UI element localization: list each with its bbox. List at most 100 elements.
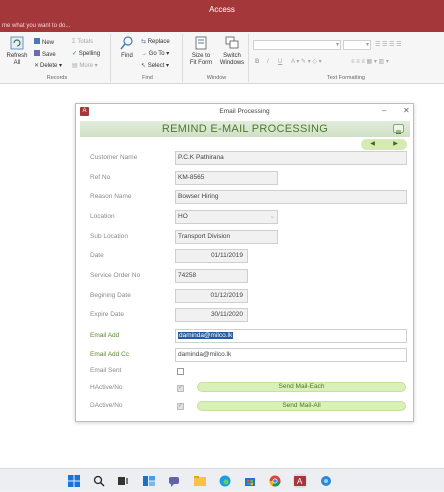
dialog-title: Email Processing <box>219 108 270 115</box>
magnifier-icon <box>120 36 133 50</box>
refresh-all-button[interactable]: Refresh All <box>6 36 28 67</box>
size-to-fit-label: Size to Fit Form <box>189 53 213 66</box>
replace-button[interactable]: ⇆ Replace <box>141 38 170 46</box>
ribbon-group-text-formatting: ▾ ▾ ☰ ☰ ☰ ☰ B I U A ▾ ✎ ▾ ◇ ▾ ≡ ≡ ≡ ▦ ▾ … <box>251 34 441 82</box>
app-title-bar: Access <box>0 0 444 20</box>
bold-label: B <box>255 59 260 65</box>
file-explorer-icon[interactable] <box>193 474 207 488</box>
more-button[interactable]: ▤ More ▾ <box>72 62 98 70</box>
replace-label: Replace <box>147 39 170 45</box>
email-add-cc-label: Email Add Cc <box>90 351 130 358</box>
italic-button[interactable]: I <box>267 58 269 66</box>
find-button[interactable]: Find <box>117 36 137 60</box>
chrome-icon[interactable] <box>268 474 282 488</box>
switch-windows-label: Switch Windows <box>219 53 245 66</box>
date-value: 01/11/2019 <box>210 252 243 259</box>
sub-location-field[interactable]: Transport Division <box>175 230 278 244</box>
totals-button[interactable]: Σ Totals <box>72 38 93 46</box>
form-menu-button[interactable] <box>393 124 404 134</box>
email-add-field[interactable]: daminda@milco.lk <box>175 329 407 343</box>
replace-icon: ⇆ <box>141 39 148 45</box>
alignment-buttons[interactable]: ≡ ≡ ≡ ▦ ▾ ▥ ▾ <box>351 58 389 66</box>
dactive-no-label: DActive/No <box>90 402 123 409</box>
email-processing-dialog: Email Processing A – ✕ REMIND E-MAIL PRO… <box>75 103 414 422</box>
sub-location-value: Transport Division <box>178 233 231 240</box>
spelling-button[interactable]: ✓ Spelling <box>72 50 100 58</box>
reason-name-field[interactable]: Bowser Hiring <box>175 190 407 204</box>
reason-name-value: Bowser Hiring <box>178 193 219 200</box>
font-size-combo[interactable]: ▾ <box>343 40 371 50</box>
new-record-label: New <box>42 40 55 46</box>
email-sent-checkbox[interactable] <box>177 368 184 375</box>
send-mail-all-button[interactable]: Send Mail-All <box>197 401 406 411</box>
service-order-no-field[interactable]: 74258 <box>175 269 248 283</box>
send-mail-each-button[interactable]: Send Mail-Each <box>197 382 406 392</box>
date-field[interactable]: 01/11/2019 <box>175 249 248 263</box>
list-format-buttons[interactable]: ☰ ☰ ☰ ☰ <box>375 41 402 49</box>
minimize-button[interactable]: – <box>382 106 386 115</box>
customer-name-field[interactable]: P.C.K Pathirana <box>175 151 407 165</box>
size-to-fit-button[interactable]: Size to Fit Form <box>187 36 215 67</box>
app-icon[interactable] <box>319 474 333 488</box>
app-title: Access <box>209 5 235 14</box>
next-record-button[interactable]: ▶ <box>384 139 407 150</box>
select-button[interactable]: ↖ Select ▾ <box>141 62 169 70</box>
begining-date-value: 01/12/2019 <box>210 292 243 299</box>
refresh-all-label: Refresh All <box>6 53 28 66</box>
sub-location-label: Sub Location <box>90 233 128 240</box>
bold-button[interactable]: B <box>255 58 259 66</box>
close-button[interactable]: ✕ <box>403 106 410 115</box>
delete-record-button[interactable]: ✕Delete ▾ <box>34 62 62 70</box>
store-icon[interactable] <box>243 474 257 488</box>
location-combo[interactable]: HO ⌄ <box>175 210 278 224</box>
goto-button[interactable]: → Go To ▾ <box>141 50 169 58</box>
dialog-title-bar: Email Processing <box>76 104 413 120</box>
access-icon: A <box>80 107 89 116</box>
ref-no-field[interactable]: KM-8565 <box>175 171 278 185</box>
ref-no-value: KM-8565 <box>178 174 205 181</box>
dropdown-chevron-icon: ▾ <box>335 42 339 48</box>
previous-record-button[interactable]: ◀ <box>361 139 384 150</box>
menu-icon <box>396 130 401 134</box>
ribbon-group-records: Refresh All New Save ✕Delete ▾ Σ Totals … <box>4 34 111 82</box>
hactive-no-checkbox[interactable] <box>177 384 184 392</box>
form-heading-text: REMIND E-MAIL PROCESSING <box>161 123 329 135</box>
email-sent-label: Email Sent <box>90 367 122 374</box>
widgets-icon[interactable] <box>142 474 156 488</box>
windows-start-icon[interactable] <box>67 474 81 488</box>
find-group-label: Find <box>142 75 153 81</box>
underline-button[interactable]: U <box>278 58 282 66</box>
teams-chat-icon[interactable] <box>167 474 181 488</box>
arrow-left-icon: ◀ <box>370 141 375 147</box>
new-record-button[interactable]: New <box>34 38 54 47</box>
goto-arrow-icon: → <box>141 51 149 57</box>
access-icon[interactable]: A <box>293 474 307 488</box>
font-color-button[interactable]: A ▾ ✎ ▾ ◇ ▾ <box>291 58 322 66</box>
email-add-label: Email Add <box>90 332 120 339</box>
location-label: Location <box>90 213 115 220</box>
switch-windows-icon <box>225 36 239 49</box>
tell-me-box[interactable]: me what you want to do... <box>0 20 444 32</box>
tell-me-text: me what you want to do... <box>2 23 71 29</box>
expire-date-field[interactable]: 30/11/2020 <box>175 308 248 322</box>
refresh-icon <box>10 36 24 50</box>
expire-date-label: Expire Date <box>90 311 124 318</box>
ribbon: Refresh All New Save ✕Delete ▾ Σ Totals … <box>0 32 444 84</box>
search-icon[interactable] <box>92 474 106 488</box>
switch-windows-button[interactable]: Switch Windows <box>217 36 247 67</box>
task-view-icon[interactable] <box>116 474 130 488</box>
begining-date-field[interactable]: 01/12/2019 <box>175 289 248 303</box>
save-record-button[interactable]: Save <box>34 50 56 59</box>
ribbon-group-window: Size to Fit Form Switch Windows Window <box>185 34 249 82</box>
edge-icon[interactable] <box>218 474 232 488</box>
select-cursor-icon: ↖ <box>141 63 148 69</box>
taskbar: A <box>0 468 444 491</box>
size-to-fit-icon <box>195 36 207 50</box>
email-add-value: daminda@milco.lk <box>178 332 234 339</box>
close-icon: ✕ <box>403 106 410 115</box>
font-name-combo[interactable]: ▾ <box>253 40 341 50</box>
email-add-cc-field[interactable]: daminda@milco.lk <box>175 348 407 362</box>
spelling-icon: ✓ <box>72 51 79 57</box>
customer-name-value: P.C.K Pathirana <box>178 154 224 161</box>
dactive-no-checkbox[interactable] <box>177 402 184 410</box>
